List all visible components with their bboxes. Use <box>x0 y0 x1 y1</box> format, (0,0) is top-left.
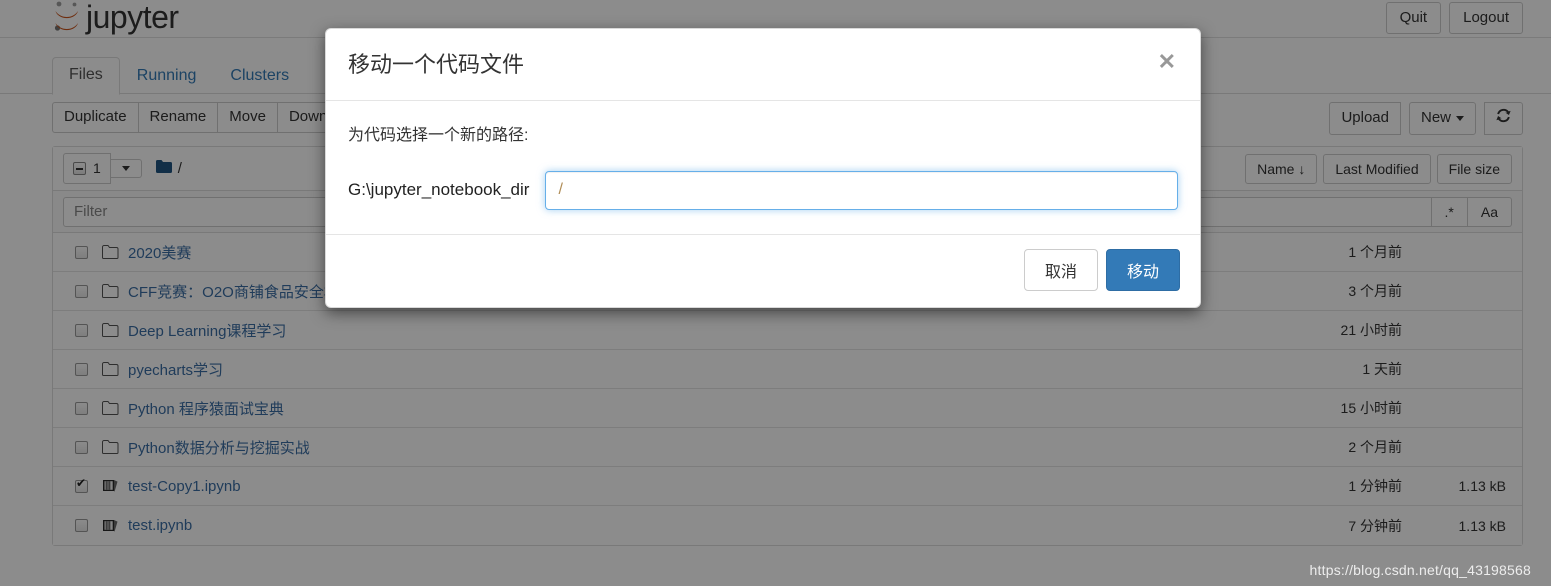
new-path-input[interactable] <box>545 170 1178 210</box>
close-icon[interactable]: ✕ <box>1152 49 1182 75</box>
modal-footer: 取消 移动 <box>326 235 1200 307</box>
cancel-button[interactable]: 取消 <box>1023 248 1098 291</box>
modal-header: 移动一个代码文件 ✕ <box>326 29 1200 101</box>
modal-description: 为代码选择一个新的路径: <box>348 126 529 144</box>
modal-body: 为代码选择一个新的路径: G:\jupyter_notebook_dir <box>326 101 1200 235</box>
path-prefix-label: G:\jupyter_notebook_dir <box>348 180 530 200</box>
move-confirm-button[interactable]: 移动 <box>1105 248 1180 291</box>
watermark-url: https://blog.csdn.net/qq_43198568 <box>1309 562 1531 578</box>
modal-title: 移动一个代码文件 <box>348 52 525 77</box>
path-row: G:\jupyter_notebook_dir <box>348 170 1178 210</box>
move-file-modal: 移动一个代码文件 ✕ 为代码选择一个新的路径: G:\jupyter_noteb… <box>325 28 1201 308</box>
